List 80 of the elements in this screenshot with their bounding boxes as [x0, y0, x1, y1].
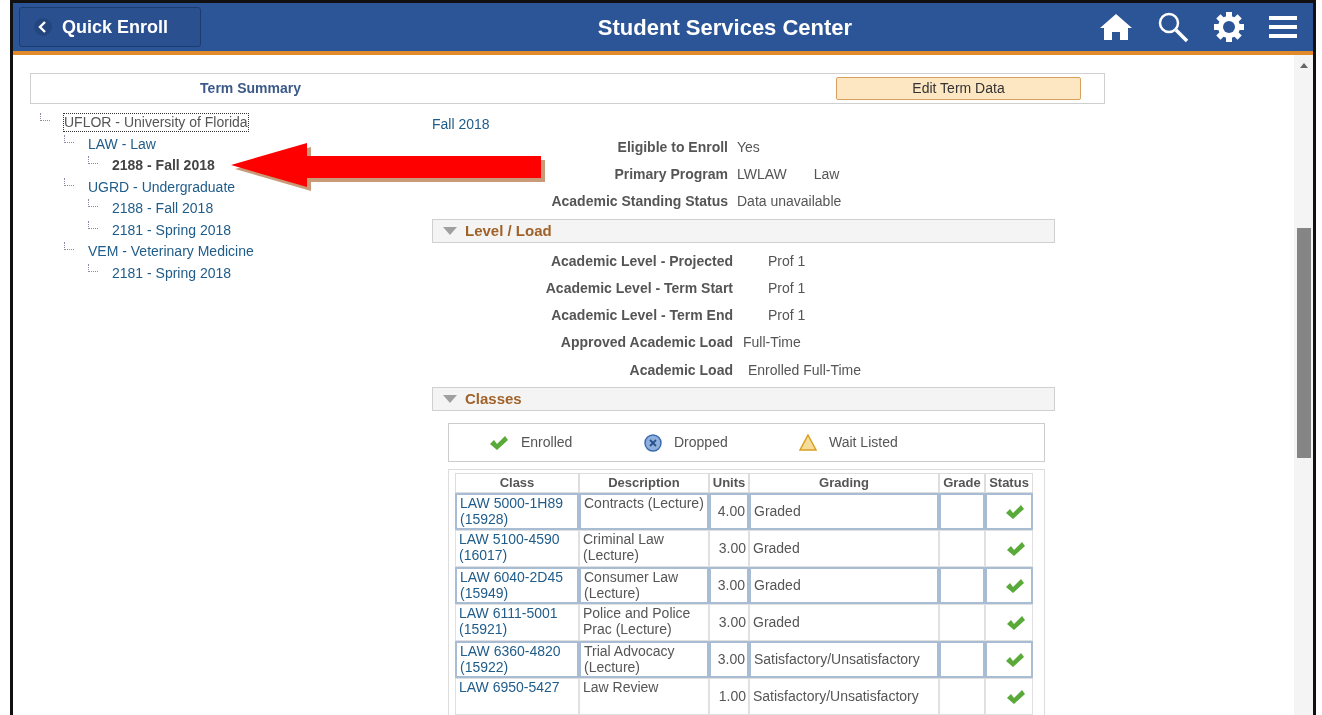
field-value: Prof 1 — [767, 306, 806, 325]
tree-item[interactable]: 2181 - Spring 2018 — [112, 264, 232, 282]
column-header: Description — [579, 473, 709, 493]
table-cell: 4.00 — [709, 493, 749, 530]
tree-item[interactable]: 2188 - Fall 2018 — [112, 157, 215, 175]
table-cell: Police and Police Prac (Lecture) — [579, 604, 709, 641]
field-value: Full-Time — [743, 333, 801, 352]
section-header[interactable]: Level / Load — [432, 219, 1055, 243]
field-label: Eligible to Enroll — [616, 138, 729, 157]
field-value: Prof 1 — [767, 252, 806, 271]
field-value: Enrolled Full-Time — [747, 361, 862, 380]
field-value: Law — [813, 165, 840, 184]
table-cell: Trial Advocacy (Lecture) — [579, 641, 709, 678]
section-title: Classes — [465, 388, 522, 409]
field-label: Primary Program — [613, 165, 729, 184]
table-cell: 3.00 — [709, 530, 749, 567]
check-icon — [489, 434, 509, 451]
column-header: Grading — [749, 473, 939, 493]
scroll-up-icon[interactable] — [1299, 63, 1308, 68]
table-cell: 3.00 — [709, 567, 749, 604]
table-cell: Consumer Law (Lecture) — [579, 567, 709, 604]
tree-item[interactable]: UFLOR - University of Florida — [64, 114, 248, 132]
collapse-triangle-icon — [443, 394, 457, 404]
table-cell: Graded — [749, 530, 939, 567]
settings-icon[interactable] — [1213, 11, 1245, 43]
table-cell: Law Review — [579, 678, 709, 715]
field-label: Academic Level - Term End — [550, 306, 734, 325]
table-cell: Criminal Law (Lecture) — [579, 530, 709, 567]
field-label: Academic Standing Status — [550, 192, 729, 211]
field-value: Data unavailable — [737, 192, 842, 211]
legend-label: Enrolled — [521, 433, 573, 452]
table-cell: Graded — [749, 493, 939, 530]
scrollbar-thumb[interactable] — [1296, 228, 1311, 458]
class-link[interactable]: LAW 6360-4820 (15922) — [455, 641, 579, 678]
table-cell: Graded — [749, 604, 939, 641]
home-icon[interactable] — [1099, 12, 1133, 42]
table-cell: 3.00 — [709, 604, 749, 641]
x-circle-icon — [644, 433, 662, 452]
table-cell: 3.00 — [709, 641, 749, 678]
column-header: Units — [709, 473, 749, 493]
class-link[interactable]: LAW 6040-2D45 (15949) — [455, 567, 579, 604]
tree-item[interactable]: LAW - Law — [88, 135, 156, 153]
field-label: Academic Load — [628, 361, 734, 380]
field-label: Approved Academic Load — [559, 333, 734, 352]
legend-label: Dropped — [674, 433, 728, 452]
field-label: Academic Level - Term Start — [544, 279, 734, 298]
field-label: Academic Level - Projected — [549, 252, 734, 271]
table-cell: 1.00 — [709, 678, 749, 715]
edit-term-data-button[interactable]: Edit Term Data — [836, 77, 1081, 100]
field-value: LWLAW — [737, 165, 787, 184]
section-header[interactable]: Classes — [432, 387, 1055, 411]
chevron-left-icon — [34, 18, 52, 36]
collapse-triangle-icon — [443, 226, 457, 236]
table-cell: Satisfactory/Unsatisfactory — [749, 641, 939, 678]
class-link[interactable]: LAW 6111-5001 (15921) — [455, 604, 579, 641]
table-cell: Graded — [749, 567, 939, 604]
term-label: Fall 2018 — [432, 115, 491, 134]
back-button[interactable]: Quick Enroll — [19, 7, 201, 47]
section-title: Level / Load — [465, 220, 552, 241]
field-value: Yes — [737, 138, 760, 157]
page-title: Student Services Center — [597, 13, 853, 42]
tree-item[interactable]: VEM - Veterinary Medicine — [88, 243, 254, 261]
tree-item[interactable]: UGRD - Undergraduate — [88, 178, 236, 196]
tree-item[interactable]: 2181 - Spring 2018 — [112, 221, 232, 239]
class-link[interactable]: LAW 6950-5427 — [455, 678, 579, 715]
search-icon[interactable] — [1157, 11, 1189, 43]
tree-item[interactable]: 2188 - Fall 2018 — [112, 200, 214, 218]
warning-triangle-icon — [799, 434, 817, 451]
class-link[interactable]: LAW 5100-4590 (16017) — [455, 530, 579, 567]
term-summary-title: Term Summary — [199, 79, 301, 98]
column-header: Grade — [939, 473, 985, 493]
column-header: Class — [455, 473, 579, 493]
table-cell: Satisfactory/Unsatisfactory — [749, 678, 939, 715]
column-header: Status — [985, 473, 1033, 493]
scrollbar[interactable] — [1294, 55, 1313, 715]
menu-icon[interactable] — [1269, 15, 1297, 39]
field-value: Prof 1 — [767, 279, 806, 298]
class-link[interactable]: LAW 5000-1H89 (15928) — [455, 493, 579, 530]
legend-label: Wait Listed — [829, 433, 898, 452]
table-cell: Contracts (Lecture) — [579, 493, 709, 530]
